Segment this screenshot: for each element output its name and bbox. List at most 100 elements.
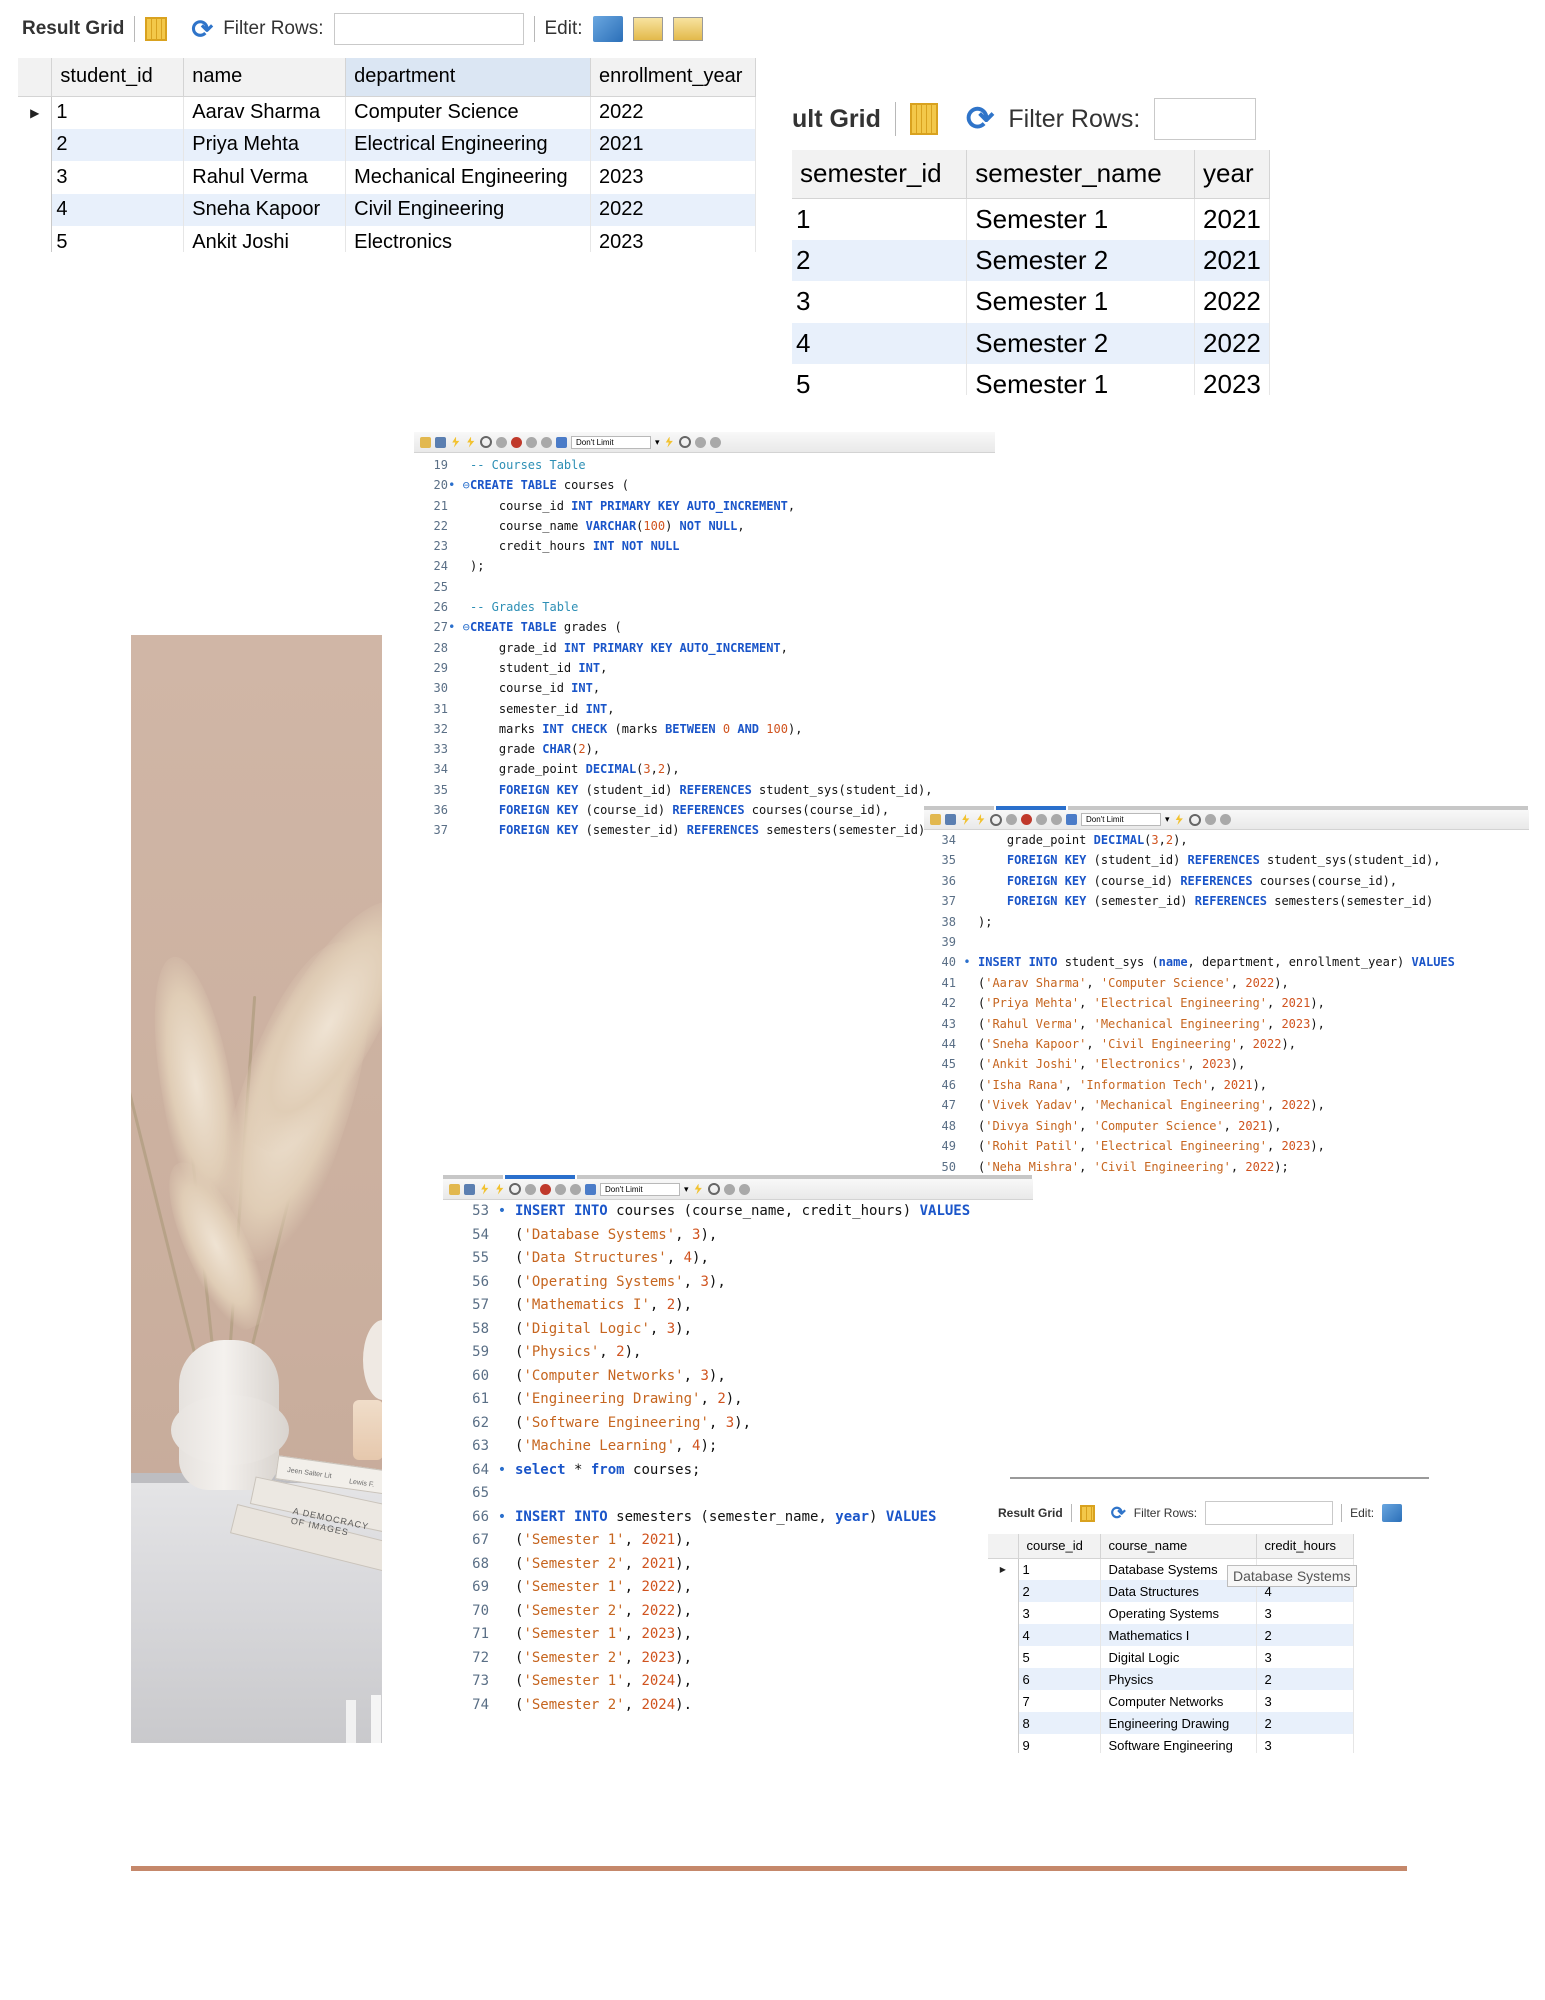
row-marker[interactable] <box>988 1690 1019 1712</box>
cell-course-name[interactable]: Engineering Drawing <box>1100 1712 1257 1734</box>
code-line[interactable]: 20 • ⊖ CREATE TABLE courses ( <box>414 475 995 495</box>
cell-semester-id[interactable]: 1 <box>792 198 968 240</box>
cell-course-id[interactable]: 6 <box>1018 1668 1101 1690</box>
code-line[interactable]: 66 • INSERT INTO semesters (semester_name,… <box>443 1506 1033 1530</box>
column-header-enrollment-year[interactable]: enrollment_year <box>590 58 756 97</box>
cell-department[interactable]: Computer Science <box>345 96 592 129</box>
code-line[interactable]: 69 ('Semester 1', 2022), <box>443 1576 1033 1600</box>
code-line[interactable]: 24); <box>414 556 995 576</box>
execute-current-icon[interactable] <box>467 436 475 448</box>
cell-course-name[interactable]: Operating Systems <box>1100 1602 1257 1624</box>
execute-icon[interactable] <box>962 814 970 825</box>
cell-enrollment-year[interactable]: 2021 <box>590 128 756 161</box>
grid-view-icon[interactable] <box>909 103 938 135</box>
commit-icon[interactable] <box>555 1183 566 1195</box>
column-header-course-id[interactable]: course_id <box>1018 1534 1101 1559</box>
cell-credit-hours[interactable]: 2 <box>1256 1624 1354 1646</box>
refresh-icon[interactable]: ⟳ <box>966 99 995 139</box>
cell-credit-hours[interactable]: 3 <box>1256 1690 1354 1712</box>
open-file-icon[interactable] <box>420 436 431 448</box>
open-file-icon[interactable] <box>449 1183 460 1195</box>
column-header-course-name[interactable]: course_name <box>1100 1534 1257 1559</box>
execute-current-icon[interactable] <box>977 814 985 825</box>
code-line[interactable]: 19 -- Courses Table <box>414 455 995 475</box>
cell-department[interactable]: Electronics <box>345 226 592 252</box>
limit-rows-select[interactable]: Don't Limit <box>600 1182 680 1196</box>
row-marker[interactable] <box>18 128 53 161</box>
table-row[interactable]: 5 Ankit Joshi Electronics 2023 <box>18 226 756 252</box>
row-marker[interactable] <box>988 1668 1019 1690</box>
table-row[interactable]: 5 Digital Logic 3 <box>988 1646 1354 1668</box>
code-line[interactable]: 71 ('Semester 1', 2023), <box>443 1623 1033 1647</box>
cell-enrollment-year[interactable]: 2022 <box>590 96 756 129</box>
cell-year[interactable]: 2021 <box>1194 198 1270 240</box>
code-line[interactable]: 33 grade CHAR(2), <box>414 739 995 759</box>
row-marker[interactable] <box>988 1624 1019 1646</box>
table-row[interactable]: 5 Semester 1 2023 <box>792 364 1270 395</box>
limit-rows-select[interactable]: Don't Limit <box>1081 813 1161 826</box>
cell-enrollment-year[interactable]: 2022 <box>590 193 756 226</box>
table-row[interactable]: ▶ 1 Aarav Sharma Computer Science 2022 <box>18 96 756 129</box>
rollback-icon[interactable] <box>570 1183 581 1195</box>
execute-icon[interactable] <box>452 436 460 448</box>
code-line[interactable]: 48 ('Divya Singh', 'Computer Science', 20… <box>924 1116 1529 1136</box>
column-header-credit-hours[interactable]: credit_hours <box>1256 1534 1354 1559</box>
row-marker-header[interactable] <box>18 58 53 97</box>
dropdown-icon[interactable]: ▾ <box>1165 814 1170 825</box>
cell-department[interactable]: Mechanical Engineering <box>345 161 592 194</box>
code-line[interactable]: 35 FOREIGN KEY (student_id) REFERENCES s… <box>414 780 995 800</box>
cell-student-id[interactable]: 4 <box>51 193 185 226</box>
cell-course-id[interactable]: 5 <box>1018 1646 1101 1668</box>
code-line[interactable]: 73 ('Semester 1', 2024), <box>443 1670 1033 1694</box>
code-line[interactable]: 61 ('Engineering Drawing', 2), <box>443 1388 1033 1412</box>
code-line[interactable]: 63 ('Machine Learning', 4); <box>443 1435 1033 1459</box>
cell-credit-hours[interactable]: 2 <box>1256 1712 1354 1734</box>
cell-semester-name[interactable]: Semester 1 <box>966 364 1196 395</box>
save-icon[interactable] <box>464 1183 475 1195</box>
autocommit-icon[interactable] <box>556 436 567 448</box>
find-icon[interactable] <box>678 436 691 448</box>
stop-icon[interactable] <box>1006 814 1017 825</box>
table-row[interactable]: 4 Sneha Kapoor Civil Engineering 2022 <box>18 193 756 226</box>
beautify-icon[interactable] <box>694 1183 702 1195</box>
code-line[interactable]: 74 ('Semester 2', 2024). <box>443 1694 1033 1718</box>
code-line[interactable]: 58 ('Digital Logic', 3), <box>443 1318 1033 1342</box>
commit-icon[interactable] <box>526 436 537 448</box>
code-line[interactable]: 36 FOREIGN KEY (course_id) REFERENCES co… <box>924 871 1529 891</box>
cell-course-id[interactable]: 9 <box>1018 1734 1101 1753</box>
row-marker-header[interactable] <box>988 1534 1019 1559</box>
table-row[interactable]: 3 Semester 1 2022 <box>792 281 1270 323</box>
row-marker[interactable] <box>988 1602 1019 1624</box>
wrap-icon[interactable] <box>738 1183 750 1195</box>
cell-course-name[interactable]: Digital Logic <box>1100 1646 1257 1668</box>
editor-tab[interactable] <box>924 806 994 810</box>
explain-icon[interactable] <box>480 436 492 448</box>
cell-year[interactable]: 2021 <box>1194 239 1270 281</box>
autocommit-icon[interactable] <box>1066 814 1077 825</box>
limit-rows-select[interactable]: Don't Limit <box>571 435 651 449</box>
cell-enrollment-year[interactable]: 2023 <box>590 226 756 252</box>
explain-icon[interactable] <box>990 813 1002 826</box>
table-row[interactable]: 8 Engineering Drawing 2 <box>988 1712 1354 1734</box>
code-line[interactable]: 28 grade_id INT PRIMARY KEY AUTO_INCREME… <box>414 638 995 658</box>
sql-editor-insert-courses[interactable]: Don't Limit ▾ 53 • INSERT INTO courses (co… <box>443 1175 1033 1727</box>
code-line[interactable]: 34 grade_point DECIMAL(3,2), <box>924 830 1529 850</box>
cell-name[interactable]: Aarav Sharma <box>183 96 347 129</box>
table-row[interactable]: 4 Mathematics I2 <box>988 1624 1354 1646</box>
cell-name[interactable]: Sneha Kapoor <box>183 193 347 226</box>
code-area[interactable]: 53 • INSERT INTO courses (course_name, cre… <box>443 1200 1033 1717</box>
cell-course-id[interactable]: 4 <box>1018 1624 1101 1646</box>
cell-enrollment-year[interactable]: 2023 <box>590 161 756 194</box>
refresh-icon[interactable]: ⟳ <box>191 14 213 45</box>
cell-name[interactable]: Ankit Joshi <box>183 226 347 252</box>
cell-semester-name[interactable]: Semester 2 <box>966 239 1196 281</box>
cell-semester-name[interactable]: Semester 1 <box>966 198 1196 240</box>
cell-name[interactable]: Rahul Verma <box>183 161 347 194</box>
cell-semester-id[interactable]: 2 <box>792 239 968 281</box>
code-line[interactable]: 68 ('Semester 2', 2021), <box>443 1553 1033 1577</box>
code-line[interactable]: 26 -- Grades Table <box>414 597 995 617</box>
table-row[interactable]: 1 Semester 1 2021 <box>792 198 1270 240</box>
code-line[interactable]: 72 ('Semester 2', 2023), <box>443 1647 1033 1671</box>
stop-icon[interactable] <box>496 436 507 448</box>
code-line[interactable]: 32 marks INT CHECK (marks BETWEEN 0 AND … <box>414 719 995 739</box>
